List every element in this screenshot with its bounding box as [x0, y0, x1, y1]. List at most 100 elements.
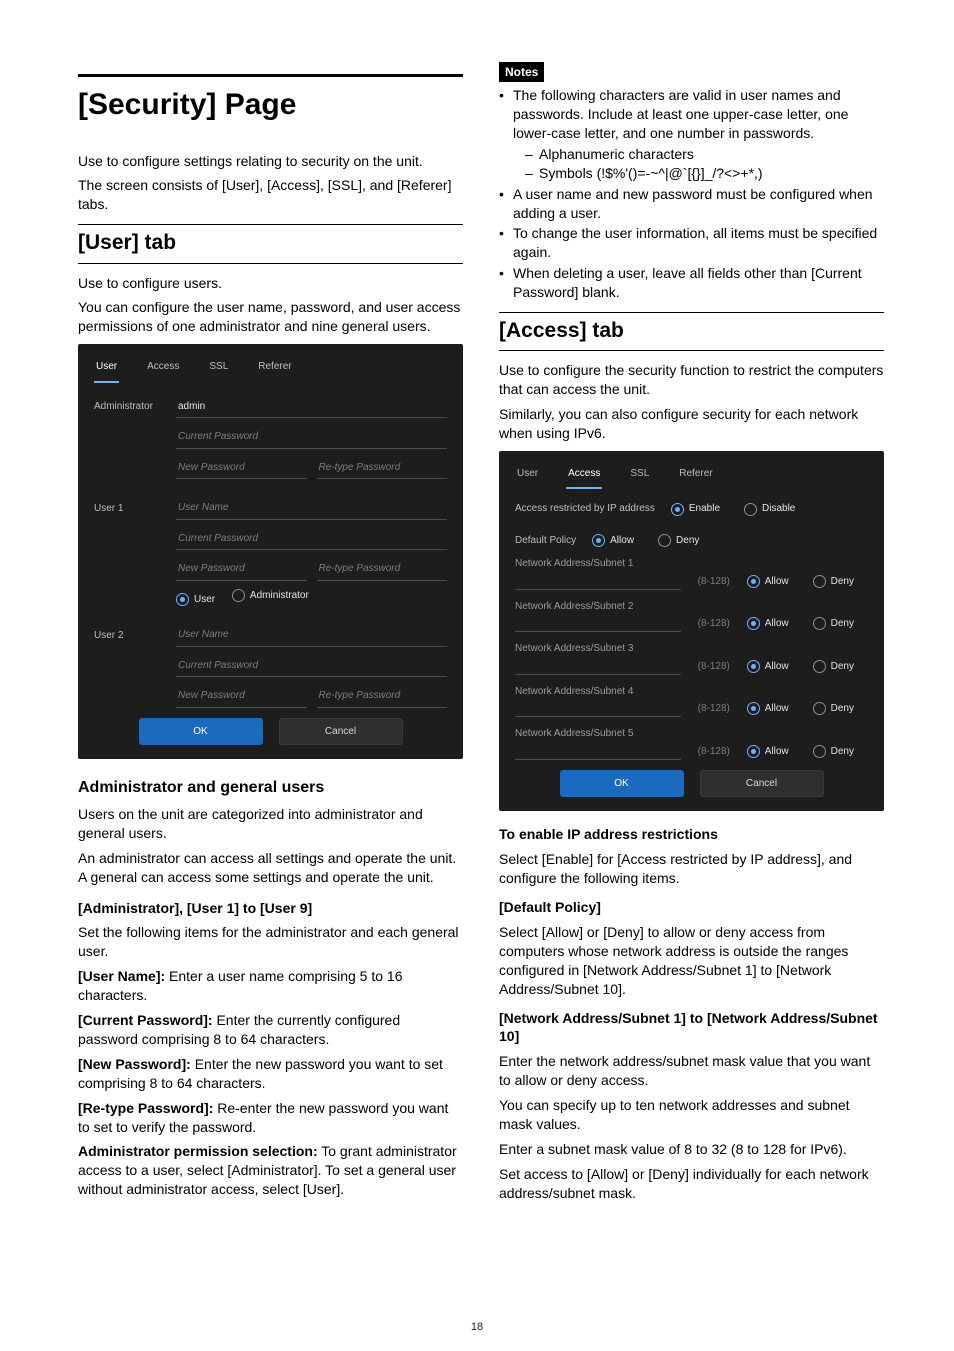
- network-address-input[interactable]: [515, 743, 681, 760]
- tab-ssl[interactable]: SSL: [628, 461, 651, 490]
- row-deny-radio[interactable]: Deny: [813, 745, 854, 759]
- right-column: Notes The following characters are valid…: [499, 58, 884, 1209]
- ok-button[interactable]: OK: [139, 718, 263, 746]
- user2-new-password-field[interactable]: New Password: [176, 685, 307, 708]
- user1-role-admin-radio[interactable]: Administrator: [232, 589, 309, 603]
- page-title: [Security] Page: [78, 74, 463, 126]
- default-policy-allow-radio[interactable]: Allow: [592, 534, 634, 548]
- tab-access[interactable]: Access: [145, 354, 181, 383]
- subnet-range-hint: (8-128): [691, 702, 737, 716]
- access-tab-screenshot: User Access SSL Referer Access restricte…: [499, 451, 884, 812]
- notes-badge: Notes: [499, 62, 544, 82]
- tab-access[interactable]: Access: [566, 461, 602, 490]
- default-policy-text: Select [Allow] or [Deny] to allow or den…: [499, 923, 884, 999]
- network-subnet-label: Network Address/Subnet 1: [515, 557, 868, 571]
- tab-user[interactable]: User: [94, 354, 119, 383]
- user-tab-heading: [User] tab: [78, 224, 463, 263]
- note-4: When deleting a user, leave all fields o…: [499, 264, 884, 302]
- row-allow-radio[interactable]: Allow: [747, 660, 789, 674]
- user2-retype-password-field[interactable]: Re-type Password: [317, 685, 448, 708]
- subnet-range-hint: (8-128): [691, 660, 737, 674]
- admin-user-range-intro: Set the following items for the administ…: [78, 923, 463, 961]
- admin-general-text-2: An administrator can access all settings…: [78, 849, 463, 887]
- enable-ip-text: Select [Enable] for [Access restricted b…: [499, 850, 884, 888]
- administrator-label: Administrator: [94, 400, 166, 414]
- row-allow-radio[interactable]: Allow: [747, 745, 789, 759]
- network-address-input[interactable]: [515, 700, 681, 717]
- default-policy-deny-radio[interactable]: Deny: [658, 534, 699, 548]
- intro-text-1: Use to configure settings relating to se…: [78, 152, 463, 171]
- user2-label: User 2: [94, 629, 166, 643]
- default-policy-label: Default Policy: [515, 534, 576, 548]
- user-tab-text-2: You can configure the user name, passwor…: [78, 298, 463, 336]
- intro-text-2: The screen consists of [User], [Access],…: [78, 176, 463, 214]
- row-allow-radio[interactable]: Allow: [747, 575, 789, 589]
- cancel-button[interactable]: Cancel: [279, 718, 403, 746]
- shot1-tabs: User Access SSL Referer: [94, 354, 447, 384]
- note-2: A user name and new password must be con…: [499, 185, 884, 223]
- subnet-range-hint: (8-128): [691, 575, 737, 589]
- admin-username-field[interactable]: admin: [176, 396, 447, 419]
- user1-new-password-field[interactable]: New Password: [176, 558, 307, 581]
- note-1: The following characters are valid in us…: [499, 86, 884, 182]
- network-subnet-label: Network Address/Subnet 2: [515, 600, 868, 614]
- cancel-button[interactable]: Cancel: [700, 770, 824, 798]
- user1-label: User 1: [94, 502, 166, 516]
- row-deny-radio[interactable]: Deny: [813, 660, 854, 674]
- row-deny-radio[interactable]: Deny: [813, 575, 854, 589]
- network-subnet-p2: You can specify up to ten network addres…: [499, 1096, 884, 1134]
- admin-general-text-1: Users on the unit are categorized into a…: [78, 805, 463, 843]
- ip-restrict-label: Access restricted by IP address: [515, 502, 655, 516]
- network-address-input[interactable]: [515, 573, 681, 590]
- network-subnet-label: Network Address/Subnet 5: [515, 727, 868, 741]
- subnet-range-hint: (8-128): [691, 745, 737, 759]
- item-current-password: [Current Password]: Enter the currently …: [78, 1011, 463, 1049]
- user1-current-password-field[interactable]: Current Password: [176, 528, 447, 551]
- network-subnet-label: Network Address/Subnet 4: [515, 685, 868, 699]
- row-allow-radio[interactable]: Allow: [747, 702, 789, 716]
- row-allow-radio[interactable]: Allow: [747, 617, 789, 631]
- user1-role-user-radio[interactable]: User: [176, 593, 215, 607]
- subnet-range-hint: (8-128): [691, 617, 737, 631]
- network-address-input[interactable]: [515, 658, 681, 675]
- tab-referer[interactable]: Referer: [256, 354, 293, 383]
- admin-general-heading: Administrator and general users: [78, 777, 463, 799]
- tab-referer[interactable]: Referer: [677, 461, 714, 490]
- page-number: 18: [0, 1320, 954, 1335]
- network-address-input[interactable]: [515, 615, 681, 632]
- user2-current-password-field[interactable]: Current Password: [176, 655, 447, 678]
- admin-current-password-field[interactable]: Current Password: [176, 426, 447, 449]
- network-subnet-p4: Set access to [Allow] or [Deny] individu…: [499, 1165, 884, 1203]
- item-user-name: [User Name]: Enter a user name comprisin…: [78, 967, 463, 1005]
- ip-restrict-disable-radio[interactable]: Disable: [744, 502, 795, 516]
- admin-retype-password-field[interactable]: Re-type Password: [317, 457, 448, 480]
- tab-ssl[interactable]: SSL: [207, 354, 230, 383]
- enable-ip-heading: To enable IP address restrictions: [499, 825, 884, 844]
- network-subnet-heading: [Network Address/Subnet 1] to [Network A…: [499, 1009, 884, 1047]
- row-deny-radio[interactable]: Deny: [813, 617, 854, 631]
- tab-user[interactable]: User: [515, 461, 540, 490]
- network-subnet-label: Network Address/Subnet 3: [515, 642, 868, 656]
- user2-username-field[interactable]: User Name: [176, 624, 447, 647]
- default-policy-heading: [Default Policy]: [499, 898, 884, 917]
- note-1a: Alphanumeric characters: [525, 145, 884, 164]
- item-retype-password: [Re-type Password]: Re-enter the new pas…: [78, 1099, 463, 1137]
- note-3: To change the user information, all item…: [499, 224, 884, 262]
- shot2-tabs: User Access SSL Referer: [515, 461, 868, 491]
- item-new-password: [New Password]: Enter the new password y…: [78, 1055, 463, 1093]
- notes-list: The following characters are valid in us…: [499, 86, 884, 302]
- ok-button[interactable]: OK: [560, 770, 684, 798]
- access-text-1: Use to configure the security function t…: [499, 361, 884, 399]
- access-text-2: Similarly, you can also configure securi…: [499, 405, 884, 443]
- ip-restrict-enable-radio[interactable]: Enable: [671, 502, 720, 516]
- user1-retype-password-field[interactable]: Re-type Password: [317, 558, 448, 581]
- user-tab-text-1: Use to configure users.: [78, 274, 463, 293]
- item-permission: Administrator permission selection: To g…: [78, 1142, 463, 1199]
- access-tab-heading: [Access] tab: [499, 312, 884, 351]
- note-1b: Symbols (!$%'()=-~^|@`[{}]_/?<>+*,): [525, 164, 884, 183]
- network-subnet-p1: Enter the network address/subnet mask va…: [499, 1052, 884, 1090]
- row-deny-radio[interactable]: Deny: [813, 702, 854, 716]
- user1-username-field[interactable]: User Name: [176, 497, 447, 520]
- admin-new-password-field[interactable]: New Password: [176, 457, 307, 480]
- network-subnet-p3: Enter a subnet mask value of 8 to 32 (8 …: [499, 1140, 884, 1159]
